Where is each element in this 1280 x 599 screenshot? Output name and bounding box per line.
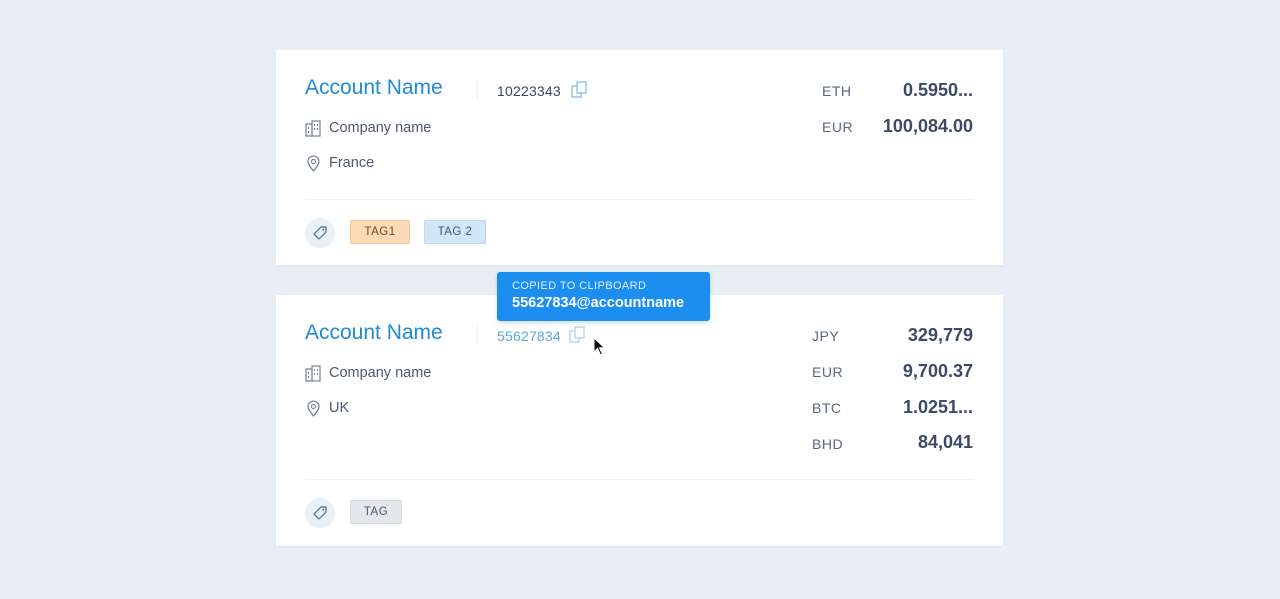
balance-currency: EUR bbox=[822, 119, 854, 135]
location-row: France bbox=[305, 153, 374, 173]
balance-amount: 9,700.37 bbox=[902, 361, 973, 381]
tooltip-value: 55627834@accountname bbox=[512, 295, 685, 311]
balance-currency: ETH bbox=[822, 83, 852, 99]
account-name[interactable]: Account Name bbox=[305, 76, 443, 100]
tag-chip[interactable]: TAG 2 bbox=[424, 220, 486, 244]
location: UK bbox=[329, 400, 350, 416]
company-name: Company name bbox=[329, 120, 432, 136]
balance-amount: 100,084.00 bbox=[882, 116, 973, 136]
company-row: Company name bbox=[305, 118, 431, 138]
mouse-pointer-icon bbox=[593, 337, 606, 356]
account-card: Account Name 10223343 Company name Franc… bbox=[276, 50, 1003, 265]
building-icon bbox=[305, 364, 321, 382]
location-row: UK bbox=[305, 398, 349, 418]
tooltip-title: COPIED TO CLIPBOARD bbox=[512, 280, 647, 292]
divider bbox=[477, 324, 478, 346]
account-id: 10223343 bbox=[497, 83, 561, 99]
divider bbox=[305, 479, 974, 480]
divider bbox=[305, 199, 974, 200]
divider bbox=[477, 79, 478, 101]
balance-currency: JPY bbox=[812, 328, 840, 344]
tag-button[interactable] bbox=[305, 498, 335, 528]
location: France bbox=[329, 155, 375, 171]
building-icon bbox=[305, 119, 321, 137]
tag-icon bbox=[313, 506, 327, 520]
balance-currency: BHD bbox=[812, 436, 844, 452]
copied-tooltip: COPIED TO CLIPBOARD 55627834@accountname bbox=[497, 272, 710, 321]
tag-button[interactable] bbox=[305, 218, 335, 248]
company-row: Company name bbox=[305, 363, 431, 383]
location-pin-icon bbox=[307, 400, 320, 417]
balance-amount: 329,779 bbox=[907, 325, 973, 345]
tag-icon bbox=[313, 226, 327, 240]
balance-currency: BTC bbox=[812, 400, 842, 416]
location-pin-icon bbox=[307, 155, 320, 172]
company-name: Company name bbox=[329, 365, 432, 381]
tag-chip[interactable]: TAG bbox=[350, 500, 402, 524]
copy-icon[interactable] bbox=[571, 81, 591, 99]
balance-amount: 1.0251... bbox=[902, 397, 973, 417]
copy-icon[interactable] bbox=[569, 326, 589, 344]
account-card: Account Name 55627834 Company name UK JP… bbox=[276, 295, 1003, 546]
balance-amount: 84,041 bbox=[917, 432, 973, 452]
account-id: 55627834 bbox=[497, 328, 561, 344]
balance-amount: 0.5950... bbox=[902, 80, 973, 100]
tag-chip[interactable]: TAG1 bbox=[350, 220, 410, 244]
account-name[interactable]: Account Name bbox=[305, 321, 443, 345]
balance-currency: EUR bbox=[812, 364, 844, 380]
